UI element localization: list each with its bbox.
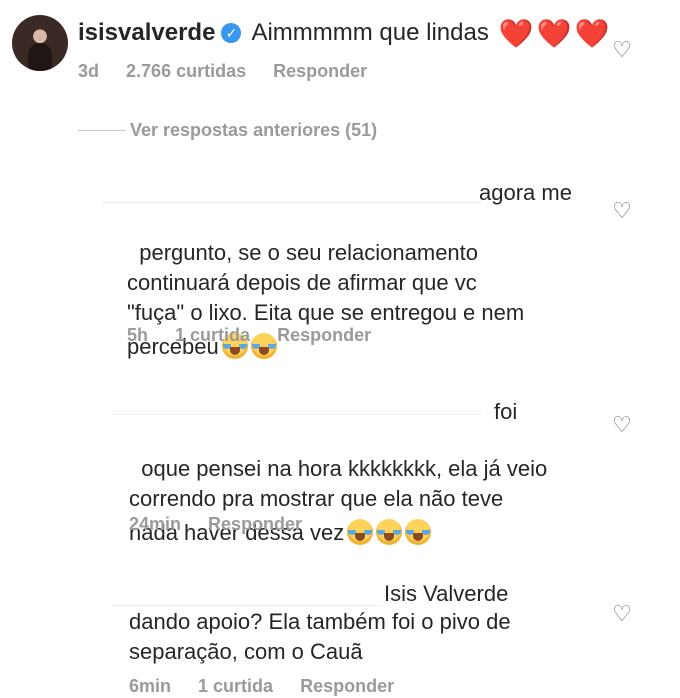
reply-divider — [112, 414, 482, 415]
heart-emojis: ❤️❤️❤️ — [498, 17, 613, 49]
reply-body: dando apoio? Ela também foi o pivo de se… — [129, 609, 511, 664]
heart-outline-icon[interactable]: ♡ — [611, 200, 633, 222]
verified-badge-icon: ✓ — [221, 23, 242, 43]
reply-divider — [111, 605, 381, 606]
reply-meta: 6min 1 curtida Responder — [129, 676, 416, 697]
heart-outline-icon[interactable]: ♡ — [611, 414, 633, 436]
reply-likes[interactable]: 1 curtida — [175, 325, 250, 345]
reply-likes[interactable]: 1 curtida — [198, 676, 273, 696]
reply-first-line: Isis Valverde — [384, 581, 509, 606]
view-previous-replies[interactable]: Ver respostas anteriores (51) — [130, 120, 377, 141]
reply-meta: 24min Responder — [129, 514, 324, 535]
reply-button[interactable]: Responder — [208, 514, 302, 534]
replies-divider — [78, 130, 126, 131]
heart-outline-icon[interactable]: ♡ — [611, 39, 633, 61]
main-comment-meta: 3d 2.766 curtidas Responder — [78, 61, 389, 82]
main-comment: isisvalverde ✓ Aimmmmm que lindas ❤️❤️❤️ — [78, 14, 612, 52]
comment-time: 3d — [78, 61, 100, 81]
reply-time: 5h — [127, 325, 149, 345]
main-comment-text: Aimmmmm que lindas — [251, 19, 489, 46]
reply-meta: 5h 1 curtida Responder — [127, 325, 393, 346]
heart-outline-icon[interactable]: ♡ — [611, 603, 633, 625]
laughing-emoji-icon — [347, 519, 374, 545]
reply-divider — [102, 202, 482, 203]
laughing-emoji-icon — [376, 519, 403, 545]
reply-button[interactable]: Responder — [273, 61, 367, 81]
reply-first-line: foi — [494, 399, 518, 424]
laughing-emoji-icon — [405, 519, 432, 545]
reply-time: 6min — [129, 676, 172, 696]
reply-button[interactable]: Responder — [277, 325, 371, 345]
likes-count[interactable]: 2.766 curtidas — [126, 61, 246, 81]
reply-time: 24min — [129, 514, 182, 534]
reply-button[interactable]: Responder — [300, 676, 394, 696]
reply-first-line: agora me — [479, 180, 572, 205]
avatar[interactable] — [12, 15, 68, 71]
username[interactable]: isisvalverde — [78, 19, 215, 47]
